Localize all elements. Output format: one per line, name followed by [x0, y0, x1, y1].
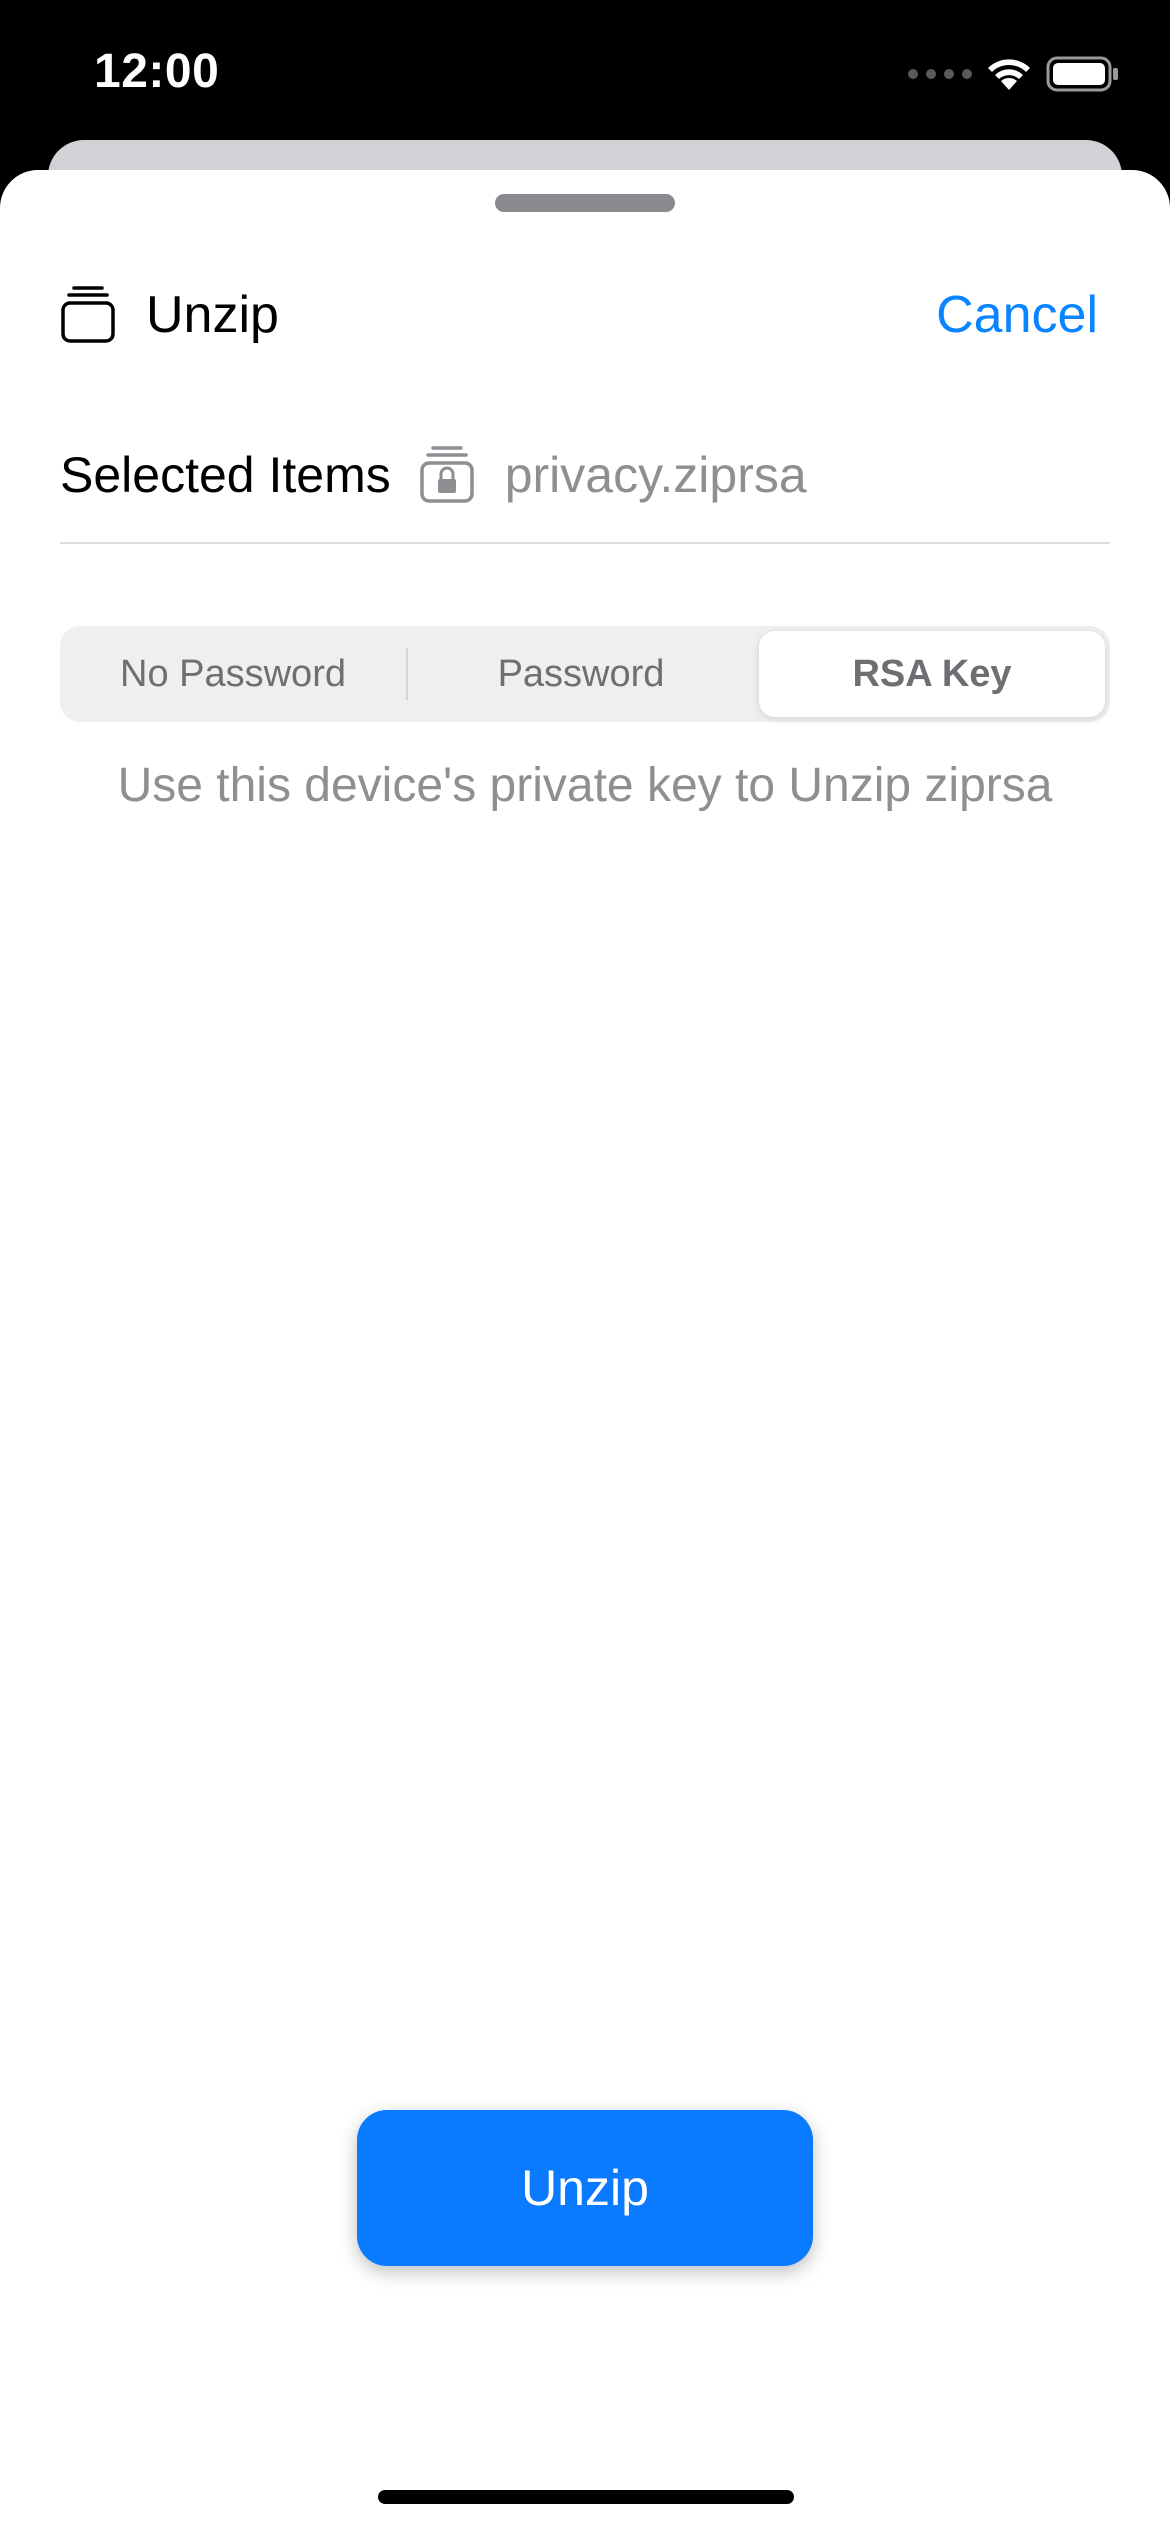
segment-password[interactable]: Password — [408, 626, 754, 722]
status-icons — [908, 52, 1120, 96]
segment-no-password[interactable]: No Password — [60, 626, 406, 722]
encryption-mode-control: No Password Password RSA Key — [60, 626, 1110, 722]
cancel-button[interactable]: Cancel — [936, 260, 1098, 370]
status-bar: 12:00 — [0, 0, 1170, 140]
status-time: 12:00 — [94, 45, 220, 98]
selected-items-label: Selected Items — [60, 447, 391, 503]
unzip-sheet: Unzip Cancel Selected Items privacy.zipr… — [0, 170, 1170, 2532]
divider — [60, 542, 1110, 544]
selected-file-name: privacy.ziprsa — [504, 447, 807, 503]
locked-archive-icon — [419, 445, 475, 505]
home-indicator — [378, 2490, 794, 2504]
sheet-grabber[interactable] — [495, 194, 675, 212]
segment-rsa-key[interactable]: RSA Key — [759, 631, 1105, 717]
wifi-icon — [988, 59, 1030, 90]
rsa-hint-text: Use this device's private key to Unzip z… — [117, 759, 1053, 812]
cellular-signal-icon — [908, 69, 972, 79]
sheet-header: Unzip Cancel — [0, 260, 1170, 370]
sheet-title-group: Unzip — [60, 260, 279, 370]
screen: 12:00 Unzip Cancel Selected Items privac… — [0, 0, 1170, 2532]
stack-icon — [61, 286, 115, 343]
selected-items-row: Selected Items privacy.ziprsa — [60, 420, 1110, 530]
sheet-title: Unzip — [146, 286, 279, 344]
unzip-button[interactable]: Unzip — [357, 2110, 813, 2266]
battery-icon — [1046, 56, 1118, 92]
